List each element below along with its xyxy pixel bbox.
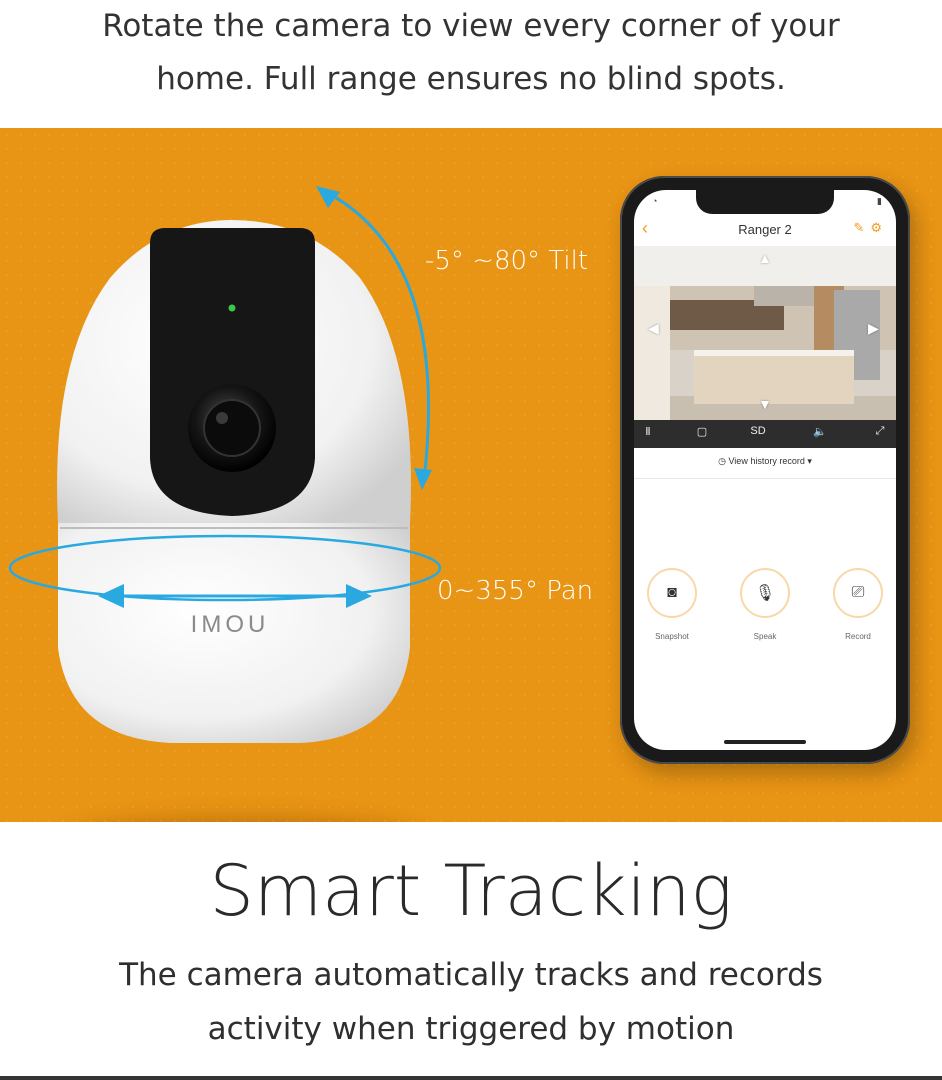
video-left-wall xyxy=(634,286,670,420)
intro-line-2: home. Full range ensures no blind spots. xyxy=(156,61,786,97)
wifi-icon: ◔ xyxy=(652,196,658,206)
header-icons: ✎⚙ xyxy=(853,220,888,236)
intro-line-1: Rotate the camera to view every corner o… xyxy=(102,8,840,44)
live-video[interactable]: ▲ ▼ ◀ ▶ xyxy=(634,246,896,420)
snapshot-button[interactable]: ◙ Snapshot xyxy=(642,568,702,641)
video-hood xyxy=(754,286,814,306)
record-button[interactable]: ⎚ Record xyxy=(828,568,888,641)
ptz-down-arrow-icon[interactable]: ▼ xyxy=(758,396,772,412)
battery-icon: ▮ xyxy=(877,196,882,206)
video-island xyxy=(694,350,854,404)
ptz-up-arrow-icon[interactable]: ▲ xyxy=(758,250,772,266)
sd-quality-icon[interactable]: SD xyxy=(748,425,768,437)
microphone-icon: 🎙 xyxy=(740,568,790,618)
edit-icon[interactable]: ✎ xyxy=(853,220,870,235)
stop-icon[interactable]: ▢ xyxy=(692,425,712,438)
clock-icon: ◷ xyxy=(718,456,726,466)
divider xyxy=(634,478,896,479)
ptz-right-arrow-icon[interactable]: ▶ xyxy=(868,320,879,337)
history-label: View history record xyxy=(728,456,805,466)
feature-desc-line-2: activity when triggered by motion xyxy=(207,1011,735,1047)
ptz-left-arrow-icon[interactable]: ◀ xyxy=(648,320,659,337)
feature-desc-line-1: The camera automatically tracks and reco… xyxy=(119,957,823,993)
tilt-label: -5° ~80° Tilt xyxy=(425,246,589,276)
feature-description: The camera automatically tracks and reco… xyxy=(0,948,942,1056)
phone-notch xyxy=(696,190,834,214)
app-header: ‹ Ranger 2 ✎⚙ xyxy=(634,214,896,248)
gear-icon[interactable]: ⚙ xyxy=(870,220,888,235)
speak-button[interactable]: 🎙 Speak xyxy=(735,568,795,641)
snapshot-label: Snapshot xyxy=(655,632,689,641)
pan-label: 0~355° Pan xyxy=(437,576,594,606)
home-indicator xyxy=(724,740,806,744)
intro-text: Rotate the camera to view every corner o… xyxy=(0,0,942,106)
camera-icon: ◙ xyxy=(647,568,697,618)
camera-face xyxy=(150,228,315,516)
fullscreen-icon[interactable]: ⤢ xyxy=(870,425,890,438)
phone-screen: ◔ ▮ ‹ Ranger 2 ✎⚙ ▲ ▼ ◀ ▶ Ⅱ ▢ SD 🔈 ⤢ ◷ V… xyxy=(634,190,896,750)
mute-icon[interactable]: 🔈 xyxy=(810,425,830,438)
product-banner: IMOU -5° ~80° Tilt 0~355° Pan ◔ ▮ ‹ Rang… xyxy=(0,128,942,822)
video-toolbar: Ⅱ ▢ SD 🔈 ⤢ xyxy=(634,420,896,448)
feature-title: Smart Tracking xyxy=(209,850,733,932)
status-led xyxy=(228,304,236,312)
bottom-divider xyxy=(0,1076,942,1080)
intro-section: Rotate the camera to view every corner o… xyxy=(0,0,942,128)
phone-mockup: ◔ ▮ ‹ Ranger 2 ✎⚙ ▲ ▼ ◀ ▶ Ⅱ ▢ SD 🔈 ⤢ ◷ V… xyxy=(620,176,910,764)
speak-label: Speak xyxy=(753,632,777,641)
video-record-icon: ⎚ xyxy=(833,568,883,618)
record-label: Record xyxy=(845,632,871,641)
tilt-arrow-bottom xyxy=(414,468,432,490)
history-link[interactable]: ◷ View history record ▾ xyxy=(634,456,896,467)
caret-down-icon: ▾ xyxy=(807,456,812,466)
pause-icon[interactable]: Ⅱ xyxy=(638,425,658,438)
camera-brand: IMOU xyxy=(191,611,270,638)
